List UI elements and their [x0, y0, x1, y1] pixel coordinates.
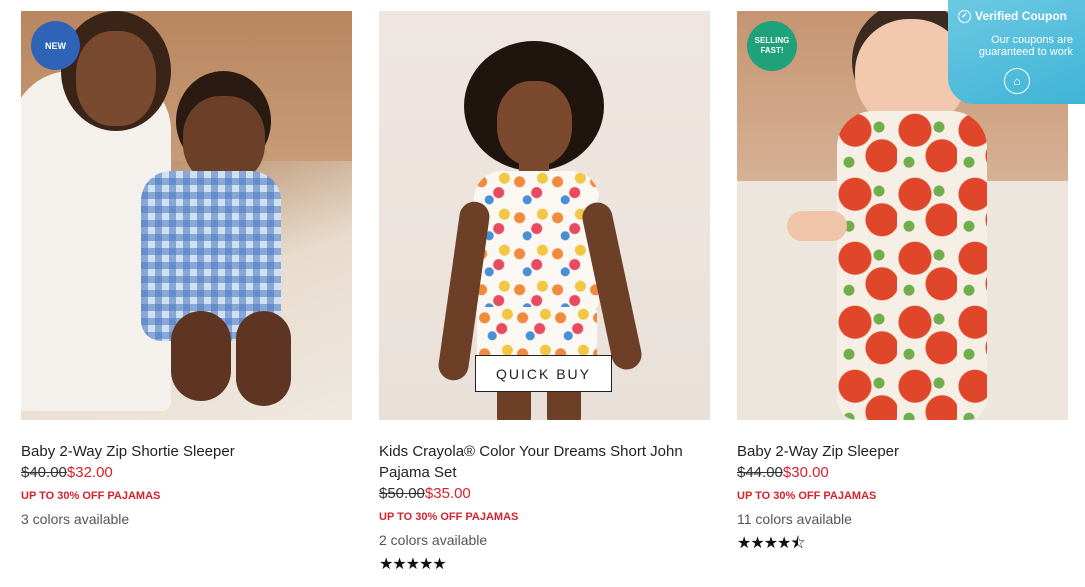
baby-leg [171, 311, 231, 401]
check-circle-icon: ✓ [958, 9, 971, 23]
verified-coupon-widget[interactable]: ✓ Verified Coupon Our coupons are guaran… [948, 0, 1085, 104]
new-badge: NEW [31, 21, 80, 70]
price: $50.00$35.00 [379, 483, 710, 505]
doodle-pajama-top [474, 171, 599, 311]
star-icon: ★ [763, 533, 778, 552]
star-rating[interactable]: ★★★★★ [379, 554, 710, 574]
star-icon: ★ [392, 554, 406, 573]
colors-available[interactable]: 3 colors available [21, 507, 352, 531]
star-rating[interactable]: ★★★★⯪ [737, 533, 1068, 553]
product-title[interactable]: Kids Crayola® Color Your Dreams Short Jo… [379, 441, 710, 483]
promo-text: UP TO 30% OFF PAJAMAS [21, 490, 161, 502]
price: $44.00$30.00 [737, 462, 1068, 484]
product-title[interactable]: Baby 2-Way Zip Shortie Sleeper [21, 441, 352, 462]
star-icon: ★ [737, 533, 751, 552]
coupon-header: ✓ Verified Coupon [958, 9, 1067, 23]
star-icon: ★ [419, 554, 433, 573]
sale-price: $30.00 [782, 464, 829, 481]
star-icon: ★ [379, 554, 393, 573]
half-star-icon: ⯪ [790, 533, 805, 552]
price: $40.00$32.00 [21, 462, 352, 484]
product-card[interactable]: NEW Baby 2-Way Zip Shortie Sleeper $40.0… [21, 11, 352, 531]
star-icon: ★ [750, 533, 764, 552]
promo-text: UP TO 30% OFF PAJAMAS [737, 490, 877, 502]
product-image[interactable]: NEW [21, 11, 352, 420]
product-card[interactable]: QUICK BUY Kids Crayola® Color Your Dream… [379, 11, 710, 574]
product-title[interactable]: Baby 2-Way Zip Sleeper [737, 441, 1068, 462]
original-price: $40.00 [21, 464, 67, 481]
original-price: $50.00 [379, 485, 425, 502]
colors-available[interactable]: 2 colors available [379, 528, 710, 552]
product-image[interactable]: QUICK BUY [379, 11, 710, 420]
star-icon: ★ [405, 554, 420, 573]
child-face [497, 81, 572, 166]
baby-leg [236, 311, 291, 406]
original-price: $44.00 [737, 464, 783, 481]
colors-available[interactable]: 11 colors available [737, 507, 1068, 531]
selling-fast-badge: SELLING FAST! [747, 21, 797, 71]
sale-price: $32.00 [66, 464, 113, 481]
baby-hand [787, 211, 847, 241]
mother-face [76, 31, 156, 126]
promo-text: UP TO 30% OFF PAJAMAS [379, 511, 519, 523]
tulip-sleeper [837, 111, 987, 420]
sale-price: $35.00 [424, 485, 471, 502]
quick-buy-button[interactable]: QUICK BUY [475, 355, 612, 392]
star-icon: ★ [777, 533, 791, 552]
home-icon[interactable]: ⌂ [1004, 68, 1030, 94]
coupon-title: Verified Coupon [975, 9, 1068, 23]
coupon-subtitle: Our coupons are guaranteed to work [978, 34, 1073, 58]
star-icon: ★ [432, 554, 446, 573]
